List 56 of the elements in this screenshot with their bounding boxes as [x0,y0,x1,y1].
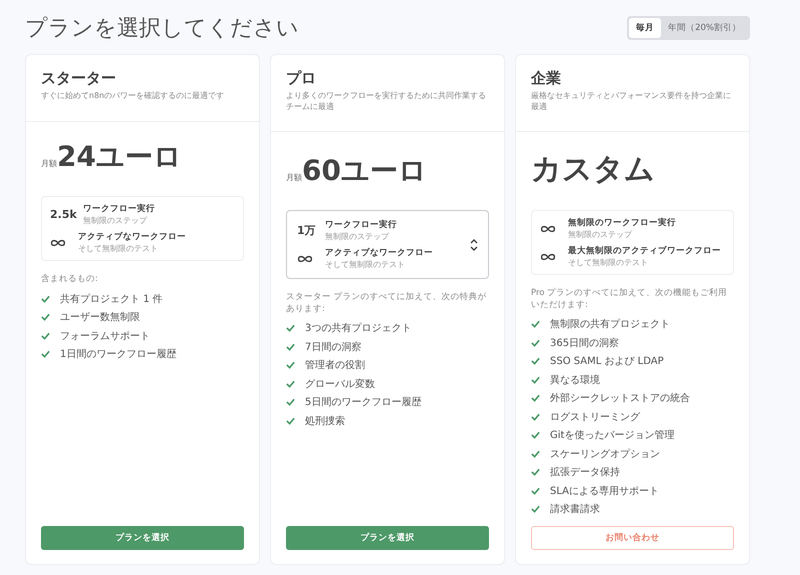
feature-text: ログストリーミング [550,410,640,424]
usage-subtitle: 無制限のステップ [325,231,390,242]
feature-text: 拡張データ保持 [550,466,620,479]
feature-text: 1日間のワークフロー履歴 [60,348,176,362]
usage-title: ワークフロー実行 [82,203,155,216]
usage-selector[interactable]: 1万 ワークフロー実行 無制限のステップ アクティブなワークフロー そして無制限のテスト [286,210,489,280]
usage-title: ワークフロー実行 [325,219,397,232]
plan-description: 厳格なセキュリティとパフォーマンス要件を持つ企業に最適 [531,91,732,113]
features-intro: Pro プランのすべてに加えて、次の機能もご利用いただけます: [531,288,728,311]
usage-title: アクティブなワークフロー [78,231,186,244]
usage-subtitle: そして無制限のテスト [325,259,406,270]
contact-button[interactable]: お問い合わせ [531,526,734,550]
feature-text: 7日間の洞察 [305,340,362,354]
features-intro: 含まれるもの: [41,274,99,286]
feature-text: 管理者の役割 [305,358,365,372]
feature-text: スケーリングオプション [550,448,660,460]
feature-text: 無制限の共有プロジェクト [550,318,670,331]
feature-text: SLAによる専用サポート [550,484,659,498]
feature-text: 5日間のワークフロー履歴 [305,396,422,409]
feature-text: 共有プロジェクト 1 件 [60,292,163,306]
feature-text: 365日間の洞察 [550,336,620,350]
usage-subtitle: そして無制限のテスト [568,257,649,268]
feature-text: 外部シークレットストアの統合 [550,392,690,405]
usage-value: 1万 [297,223,317,238]
plan-name: プロ [286,69,317,88]
usage-subtitle: 無制限のステップ [568,229,634,240]
price: カスタム [531,151,655,190]
usage-value: 2.5k [50,208,77,222]
feature-text: 処刑捜索 [305,414,345,428]
feature-text: Gitを使ったバージョン管理 [550,429,674,442]
select-plan-button[interactable]: プランを選択 [286,526,489,550]
usage-title: アクティブなワークフロー [325,247,433,260]
price-prefix: 月額 [286,172,302,184]
feature-text: ユーザー数無制限 [60,310,140,324]
feature-text: 3つの共有プロジェクト [305,322,412,335]
usage-title: 無制限のワークフロー実行 [568,217,676,230]
usage-title: 最大無制限のアクティブワークフロー [568,245,721,258]
page-title: プランを選択してください [25,14,299,43]
feature-text: 異なる環境 [550,374,600,386]
feature-text: フォーラムサポート [60,330,150,343]
plan-description: より多くのワークフローを実行するために共同作業するチームに最適 [286,91,487,113]
billing-option[interactable]: 年間（20%割引） [661,18,748,38]
price: 24ユーロ [57,139,182,176]
select-plan-button[interactable]: プランを選択 [41,526,244,550]
plan-description: すぐに始めてn8nのパワーを確認するのに最適です [41,91,226,102]
billing-option[interactable]: 毎月 [629,18,662,38]
price-prefix: 月額 [41,158,57,170]
usage-subtitle: 無制限のステップ [82,215,148,226]
feature-text: 請求書請求 [550,502,600,516]
plan-name: 企業 [531,69,562,88]
plan-name: スターター [41,69,117,88]
features-intro: スターター プランのすべてに加えて、次の特典があります: [286,292,488,315]
feature-text: SSO SAML および LDAP [550,355,664,368]
usage-subtitle: そして無制限のテスト [78,243,159,254]
feature-text: グローバル変数 [305,378,375,390]
price: 60ユーロ [302,153,427,190]
